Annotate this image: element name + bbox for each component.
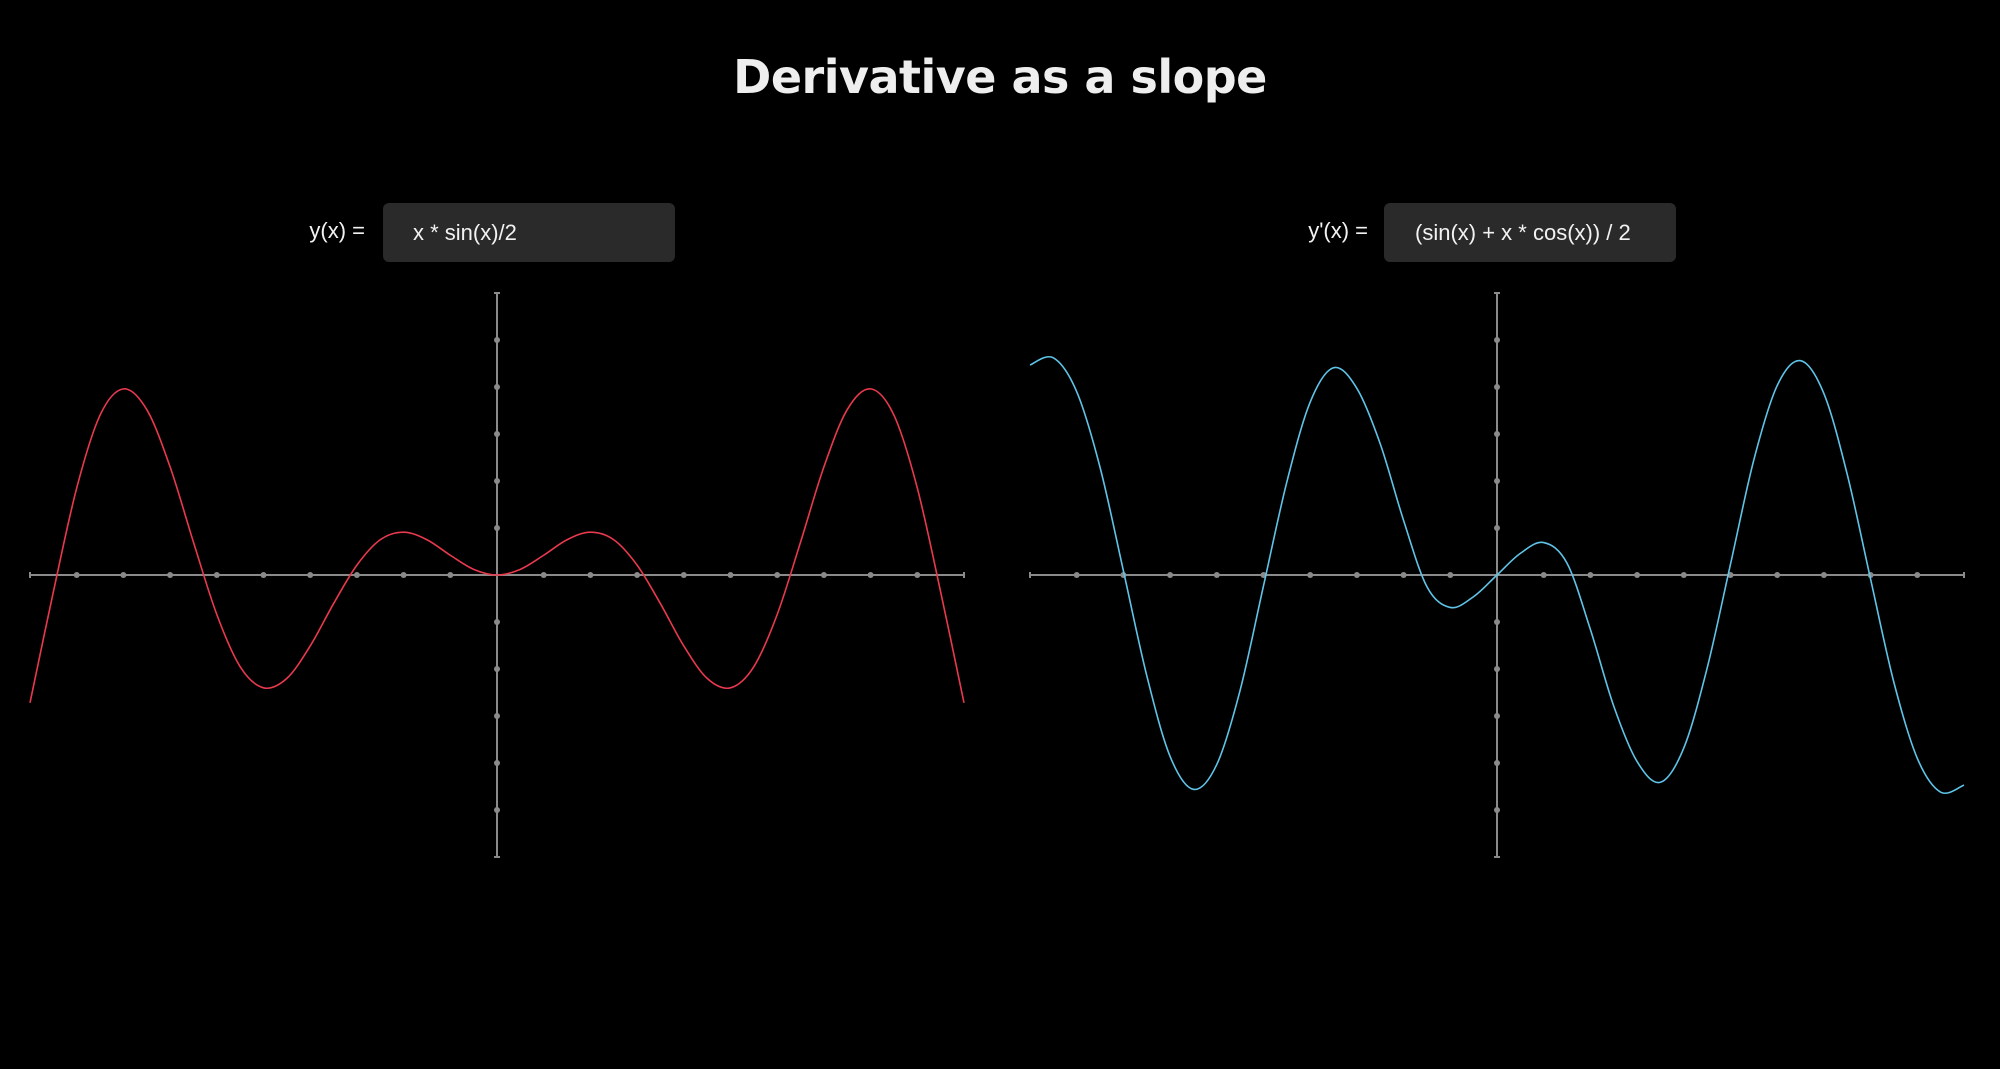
derivative-x-tick — [1447, 572, 1454, 578]
function-expression-input[interactable] — [383, 203, 675, 262]
function-x-tick — [73, 572, 80, 578]
function-x-tick — [867, 572, 874, 578]
derivative-x-tick — [1914, 572, 1921, 578]
derivative-x-tick — [1820, 572, 1827, 578]
derivative-x-tick — [1353, 572, 1360, 578]
derivative-label: y'(x) = — [1308, 218, 1368, 243]
derivative-x-tick — [1587, 572, 1594, 578]
derivative-y-tick — [1494, 337, 1500, 343]
function-y-tick — [494, 525, 500, 531]
function-y-tick — [494, 619, 500, 625]
function-x-tick — [167, 572, 174, 578]
function-x-tick — [447, 572, 454, 578]
function-x-tick — [213, 572, 220, 578]
derivative-x-tick — [1213, 572, 1220, 578]
function-x-tick — [353, 572, 360, 578]
function-x-tick — [634, 572, 641, 578]
function-x-tick — [307, 572, 314, 578]
function-y-tick — [494, 713, 500, 719]
function-label: y(x) = — [309, 218, 365, 243]
derivative-y-tick — [1494, 384, 1500, 390]
derivative-expression-input[interactable] — [1384, 203, 1676, 262]
derivative-x-tick — [1680, 572, 1687, 578]
function-x-tick — [587, 572, 594, 578]
function-x-tick — [727, 572, 734, 578]
derivative-x-tick — [1634, 572, 1641, 578]
function-x-tick — [540, 572, 547, 578]
derivative-y-tick — [1494, 713, 1500, 719]
derivative-y-tick — [1494, 807, 1500, 813]
function-y-tick — [494, 807, 500, 813]
function-x-tick — [260, 572, 267, 578]
derivative-x-tick — [1774, 572, 1781, 578]
derivative-y-tick — [1494, 478, 1500, 484]
function-x-tick — [774, 572, 781, 578]
derivative-x-tick — [1307, 572, 1314, 578]
page-title: Derivative as a slope — [733, 50, 1267, 104]
function-y-tick — [494, 337, 500, 343]
function-y-tick — [494, 384, 500, 390]
function-x-tick — [400, 572, 407, 578]
derivative-y-tick — [1494, 431, 1500, 437]
function-x-tick — [820, 572, 827, 578]
function-y-tick — [494, 760, 500, 766]
function-x-tick — [680, 572, 687, 578]
function-x-tick — [914, 572, 921, 578]
derivative-y-tick — [1494, 760, 1500, 766]
derivative-y-tick — [1494, 525, 1500, 531]
function-y-tick — [494, 666, 500, 672]
derivative-plot[interactable] — [1027, 290, 1967, 860]
function-plot[interactable] — [27, 290, 967, 860]
derivative-x-tick — [1540, 572, 1547, 578]
derivative-y-tick — [1494, 666, 1500, 672]
derivative-y-tick — [1494, 619, 1500, 625]
derivative-x-tick — [1167, 572, 1174, 578]
derivative-x-tick — [1073, 572, 1080, 578]
function-y-tick — [494, 478, 500, 484]
function-x-tick — [120, 572, 127, 578]
function-y-tick — [494, 431, 500, 437]
derivative-x-tick — [1400, 572, 1407, 578]
